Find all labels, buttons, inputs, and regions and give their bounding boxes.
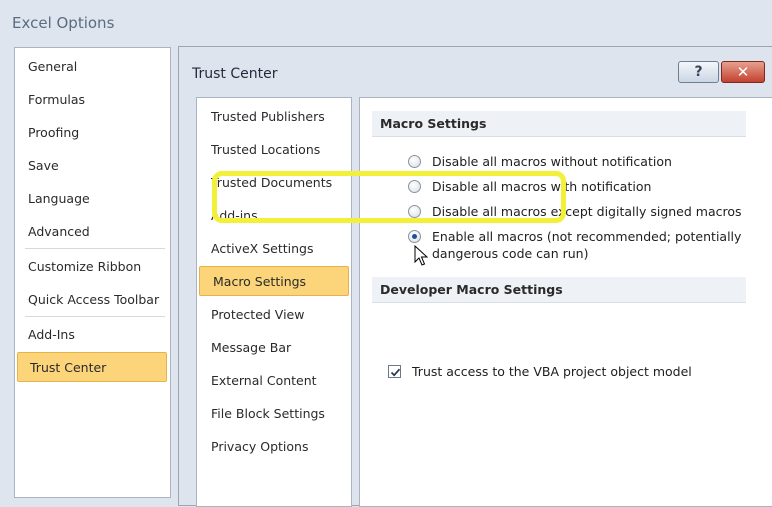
tc-item-trusted-publishers[interactable]: Trusted Publishers [198, 102, 348, 132]
nav-separator [25, 316, 165, 317]
close-button[interactable]: ✕ [721, 61, 765, 83]
nav-item-language[interactable]: Language [16, 184, 167, 214]
help-button[interactable]: ? [678, 61, 719, 83]
tc-item-trusted-locations[interactable]: Trusted Locations [198, 135, 348, 165]
tc-item-activex-settings[interactable]: ActiveX Settings [198, 234, 348, 264]
radio-enable-all-macros[interactable]: Enable all macros (not recommended; pote… [408, 228, 741, 261]
tc-item-external-content[interactable]: External Content [198, 366, 348, 396]
nav-item-customize-ribbon[interactable]: Customize Ribbon [16, 252, 167, 282]
checkbox[interactable] [388, 365, 401, 378]
nav-item-proofing[interactable]: Proofing [16, 118, 167, 148]
help-icon: ? [694, 64, 703, 80]
radio-label: Enable all macros (not recommended; pote… [432, 228, 741, 262]
radio-button[interactable] [408, 230, 421, 243]
nav-item-save[interactable]: Save [16, 151, 167, 181]
nav-separator [25, 248, 165, 249]
checkbox-label: Trust access to the VBA project object m… [412, 364, 692, 379]
radio-label: Disable all macros without notification [432, 154, 672, 169]
tc-item-macro-settings[interactable]: Macro Settings [199, 266, 349, 296]
nav-item-quick-access-toolbar[interactable]: Quick Access Toolbar [16, 285, 167, 315]
radio-label-line1: Enable all macros (not recommended; pote… [432, 229, 742, 244]
trust-center-dialog: Trust Center ? ✕ Trusted Publishers Trus… [178, 46, 772, 507]
options-nav: General Formulas Proofing Save Language … [14, 47, 171, 498]
radio-disable-no-notification[interactable]: Disable all macros without notification [408, 153, 672, 173]
trust-vba-access-checkbox-row[interactable]: Trust access to the VBA project object m… [388, 363, 692, 380]
settings-panel: Macro Settings Disable all macros withou… [359, 97, 772, 507]
tc-item-privacy-options[interactable]: Privacy Options [198, 432, 348, 462]
tc-item-protected-view[interactable]: Protected View [198, 300, 348, 330]
nav-item-add-ins[interactable]: Add-Ins [16, 320, 167, 350]
nav-item-trust-center[interactable]: Trust Center [17, 352, 167, 382]
close-icon: ✕ [736, 63, 750, 81]
developer-macro-settings-header: Developer Macro Settings [372, 277, 746, 303]
tc-item-file-block-settings[interactable]: File Block Settings [198, 399, 348, 429]
nav-item-general[interactable]: General [16, 52, 167, 82]
checkmark-icon [390, 368, 401, 377]
window-title: Excel Options [12, 14, 115, 32]
highlight-ring [212, 171, 566, 223]
tc-item-message-bar[interactable]: Message Bar [198, 333, 348, 363]
dialog-title: Trust Center [192, 66, 278, 82]
radio-label-line2: dangerous code can run) [432, 246, 589, 261]
nav-item-advanced[interactable]: Advanced [16, 217, 167, 247]
mouse-pointer-icon [414, 245, 428, 266]
nav-item-formulas[interactable]: Formulas [16, 85, 167, 115]
radio-button[interactable] [408, 155, 421, 168]
trust-center-nav: Trusted Publishers Trusted Locations Tru… [196, 97, 352, 507]
macro-settings-header: Macro Settings [372, 111, 746, 137]
